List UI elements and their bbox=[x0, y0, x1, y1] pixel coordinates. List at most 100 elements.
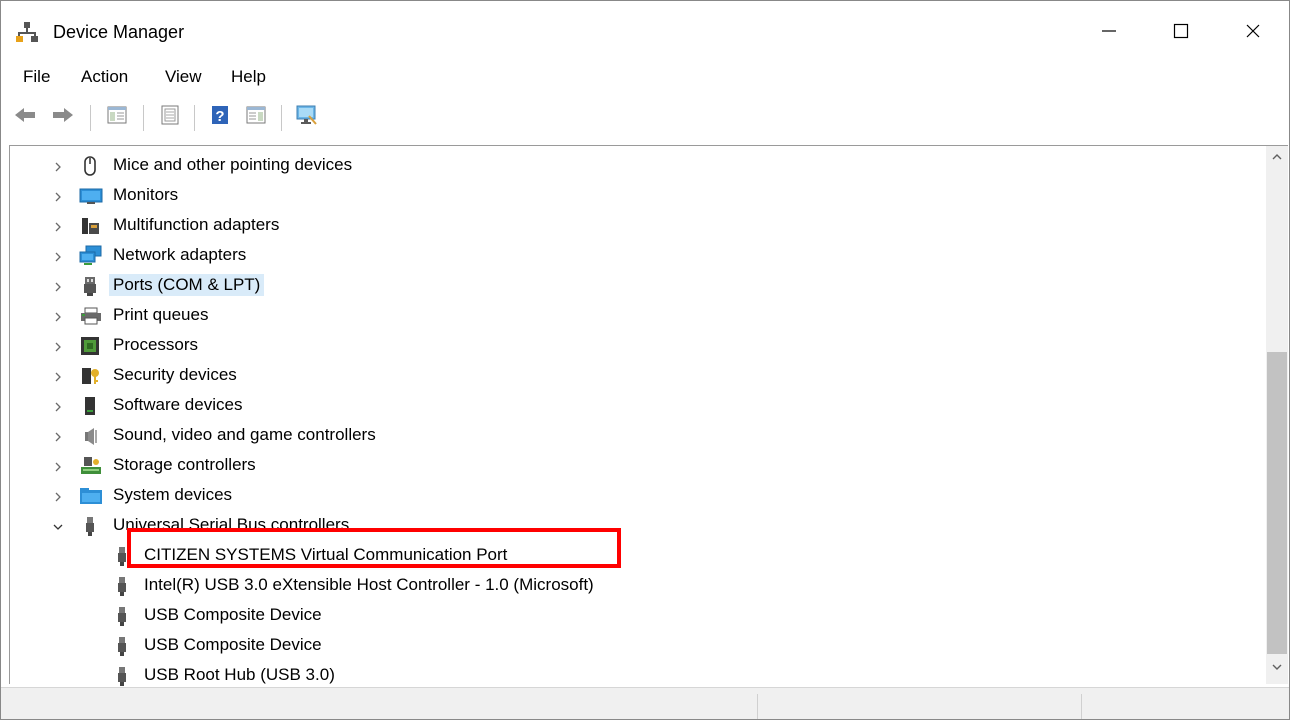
tree-item-label: Intel(R) USB 3.0 eXtensible Host Control… bbox=[144, 575, 594, 594]
chevron-down-icon[interactable] bbox=[51, 519, 65, 533]
scroll-down-button[interactable] bbox=[1266, 658, 1288, 680]
mouse-icon bbox=[79, 155, 101, 177]
title-bar: Device Manager bbox=[1, 1, 1289, 61]
usb-plug-icon bbox=[111, 605, 133, 627]
chevron-right-icon[interactable] bbox=[51, 399, 65, 413]
tree-item-label: Multifunction adapters bbox=[113, 215, 280, 234]
status-bar-divider bbox=[1081, 694, 1082, 719]
monitor-icon bbox=[79, 185, 103, 207]
tree-item-security-devices[interactable]: Security devices bbox=[10, 361, 1265, 391]
minimize-icon bbox=[1101, 23, 1117, 39]
chevron-right-icon[interactable] bbox=[51, 489, 65, 503]
tree-item-label: USB Composite Device bbox=[144, 605, 322, 624]
chevron-right-icon[interactable] bbox=[51, 219, 65, 233]
vertical-scrollbar[interactable] bbox=[1266, 146, 1288, 684]
show-hide-console-tree-icon bbox=[107, 105, 127, 130]
tree-item-label: Security devices bbox=[113, 365, 237, 384]
close-icon bbox=[1245, 23, 1261, 39]
chevron-up-icon bbox=[1271, 150, 1283, 168]
maximize-button[interactable] bbox=[1145, 1, 1217, 61]
toolbar-separator bbox=[143, 105, 144, 131]
processor-icon bbox=[79, 335, 101, 357]
chevron-right-icon[interactable] bbox=[51, 339, 65, 353]
svg-text:?: ? bbox=[215, 108, 224, 125]
tree-item-software-devices[interactable]: Software devices bbox=[10, 391, 1265, 421]
properties-button[interactable] bbox=[156, 103, 184, 131]
help-icon: ? bbox=[210, 105, 230, 130]
scan-hardware-button[interactable] bbox=[293, 103, 321, 131]
tree-item-label: Network adapters bbox=[113, 245, 247, 264]
action-pane-icon bbox=[246, 105, 266, 130]
tree-item-storage-controllers[interactable]: Storage controllers bbox=[10, 451, 1265, 481]
network-adapter-icon bbox=[79, 245, 102, 267]
forward-arrow-icon bbox=[52, 106, 74, 129]
usb-icon bbox=[79, 515, 101, 537]
menu-action[interactable]: Action bbox=[79, 67, 130, 87]
tree-item-multifunction-adapters[interactable]: Multifunction adapters bbox=[10, 211, 1265, 241]
menu-bar: File Action View Help bbox=[1, 61, 1289, 95]
tree-item-label: Print queues bbox=[113, 305, 209, 324]
tree-item-label: Software devices bbox=[113, 395, 243, 414]
tree-item-sound-video-game[interactable]: Sound, video and game controllers bbox=[10, 421, 1265, 451]
toolbar: ? bbox=[1, 99, 1289, 139]
tree-item-network-adapters[interactable]: Network adapters bbox=[10, 241, 1265, 271]
back-arrow-icon bbox=[14, 106, 36, 129]
device-tree: Mice and other pointing devices Monitors… bbox=[10, 148, 1265, 687]
tree-item-print-queues[interactable]: Print queues bbox=[10, 301, 1265, 331]
forward-button[interactable] bbox=[49, 103, 77, 131]
chevron-right-icon[interactable] bbox=[51, 279, 65, 293]
printer-icon bbox=[79, 305, 101, 327]
tree-item-processors[interactable]: Processors bbox=[10, 331, 1265, 361]
tree-item-mice[interactable]: Mice and other pointing devices bbox=[10, 151, 1265, 181]
usb-plug-icon bbox=[111, 665, 133, 687]
tree-item-label: System devices bbox=[113, 485, 233, 504]
tree-item-system-devices[interactable]: System devices bbox=[10, 481, 1265, 511]
tree-item-label: USB Composite Device bbox=[144, 635, 322, 654]
tree-item-label: Mice and other pointing devices bbox=[113, 155, 353, 174]
close-button[interactable] bbox=[1217, 1, 1289, 61]
tree-item-monitors[interactable]: Monitors bbox=[10, 181, 1265, 211]
menu-help[interactable]: Help bbox=[229, 67, 268, 87]
tree-item-ports[interactable]: Ports (COM & LPT) bbox=[10, 271, 1265, 301]
device-tree-panel: Mice and other pointing devices Monitors… bbox=[9, 145, 1288, 687]
device-manager-icon bbox=[16, 21, 38, 43]
speaker-icon bbox=[79, 425, 101, 447]
chevron-right-icon[interactable] bbox=[51, 369, 65, 383]
toolbar-separator bbox=[90, 105, 91, 131]
status-bar bbox=[1, 687, 1289, 719]
tree-item-label: Monitors bbox=[113, 185, 179, 204]
properties-icon bbox=[160, 105, 180, 130]
chevron-right-icon[interactable] bbox=[51, 459, 65, 473]
tree-item-label: Storage controllers bbox=[113, 455, 256, 474]
menu-file[interactable]: File bbox=[21, 67, 52, 87]
tree-item-usb-device[interactable]: Intel(R) USB 3.0 eXtensible Host Control… bbox=[10, 571, 1265, 601]
tree-item-label: Processors bbox=[113, 335, 199, 354]
help-button[interactable]: ? bbox=[206, 103, 234, 131]
scan-hardware-icon bbox=[296, 104, 318, 131]
toolbar-separator bbox=[194, 105, 195, 131]
multifunction-adapter-icon bbox=[79, 215, 101, 237]
highlight-box bbox=[127, 528, 621, 568]
scroll-up-button[interactable] bbox=[1266, 148, 1288, 170]
chevron-right-icon[interactable] bbox=[51, 159, 65, 173]
window-title: Device Manager bbox=[53, 22, 185, 42]
tree-item-label: Ports (COM & LPT) bbox=[109, 274, 265, 296]
menu-view[interactable]: View bbox=[163, 67, 204, 87]
tree-item-usb-device[interactable]: USB Composite Device bbox=[10, 631, 1265, 661]
action-pane-button[interactable] bbox=[242, 103, 270, 131]
back-button[interactable] bbox=[11, 103, 39, 131]
maximize-icon bbox=[1173, 23, 1189, 39]
scrollbar-thumb[interactable] bbox=[1267, 352, 1287, 654]
port-icon bbox=[79, 275, 101, 297]
show-hide-console-tree-button[interactable] bbox=[103, 103, 131, 131]
system-folder-icon bbox=[79, 485, 102, 507]
storage-controller-icon bbox=[79, 455, 101, 477]
chevron-right-icon[interactable] bbox=[51, 249, 65, 263]
device-manager-window: Device Manager File Action View Help ? M… bbox=[0, 0, 1290, 720]
chevron-right-icon[interactable] bbox=[51, 189, 65, 203]
minimize-button[interactable] bbox=[1073, 1, 1145, 61]
chevron-down-icon bbox=[1271, 660, 1283, 678]
tree-item-usb-device[interactable]: USB Composite Device bbox=[10, 601, 1265, 631]
chevron-right-icon[interactable] bbox=[51, 429, 65, 443]
chevron-right-icon[interactable] bbox=[51, 309, 65, 323]
